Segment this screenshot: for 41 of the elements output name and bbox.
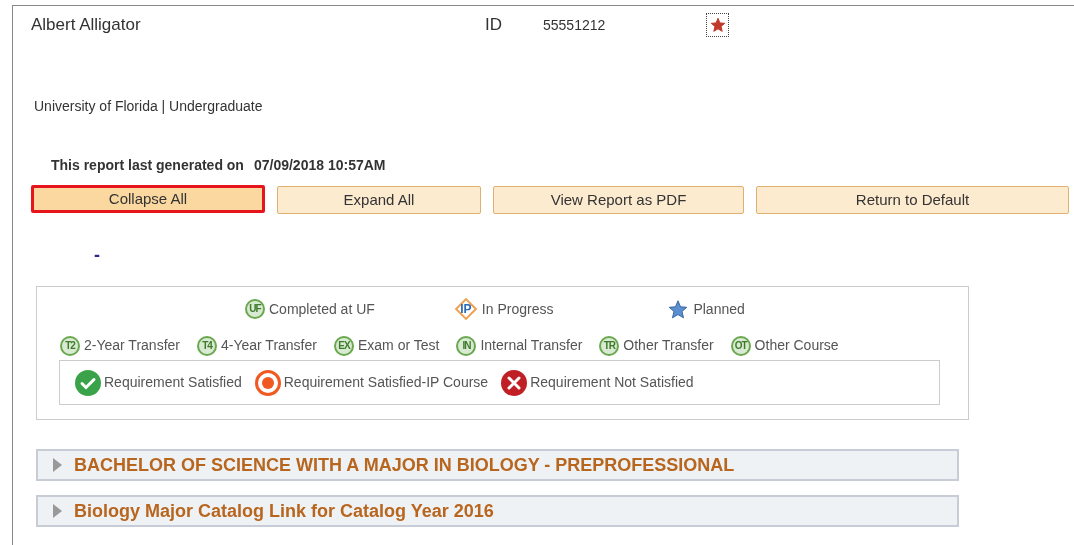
- legend-label: In Progress: [481, 299, 554, 319]
- error-circle-icon: [500, 368, 529, 397]
- course-type-icon: IN: [456, 335, 477, 356]
- section-title: BACHELOR OF SCIENCE WITH A MAJOR IN BIOLOGY - PREPROFESSIONAL: [74, 453, 735, 477]
- legend-label: Other Transfer: [623, 336, 714, 355]
- legend-label: Exam or Test: [357, 336, 440, 355]
- check-circle-icon: [74, 368, 102, 397]
- course-type-icon: EX: [333, 335, 354, 356]
- course-type-icon: T4: [197, 335, 217, 356]
- id-label: ID: [485, 14, 503, 37]
- course-type-icon: T2: [60, 335, 80, 356]
- target-circle-icon: [253, 368, 282, 397]
- legend-label: Requirement Satisfied-IP Course: [283, 373, 489, 392]
- action-button[interactable]: View Report as PDF: [493, 186, 744, 214]
- legend-label: Requirement Satisfied: [104, 373, 242, 392]
- action-button[interactable]: Return to Default: [756, 186, 1069, 214]
- action-button[interactable]: Collapse All: [31, 185, 265, 213]
- legend-label: 2-Year Transfer: [84, 336, 180, 355]
- course-type-icon: OT: [730, 335, 751, 356]
- section-header[interactable]: BACHELOR OF SCIENCE WITH A MAJOR IN BIOLOGY - PREPROFESSIONAL: [36, 449, 959, 481]
- id-value: 55551212: [543, 15, 607, 35]
- course-type-icon: UF: [245, 299, 265, 319]
- action-button[interactable]: Expand All: [277, 186, 481, 214]
- legend-label: Completed at UF: [269, 299, 375, 319]
- report-date: 07/09/2018 10:57AM: [253, 156, 386, 175]
- legend-label: Planned: [693, 299, 745, 319]
- expand-triangle-icon: [52, 458, 62, 472]
- section-header[interactable]: Biology Major Catalog Link for Catalog Year 2016: [36, 495, 959, 527]
- course-type-icon: TR: [599, 335, 620, 356]
- dash-text: -: [94, 244, 101, 266]
- star-icon: [667, 298, 690, 320]
- in-progress-icon: IP: [453, 297, 478, 321]
- section-title: Biology Major Catalog Link for Catalog Year 2016: [74, 499, 494, 523]
- legend-label: Internal Transfer: [480, 336, 583, 355]
- legend-label: Other Course: [754, 336, 839, 355]
- student-name: Albert Alligator: [31, 14, 142, 37]
- institution-text: University of Florida | Undergraduate: [34, 97, 264, 116]
- legend-label: 4-Year Transfer: [221, 336, 317, 355]
- report-label: This report last generated on: [51, 156, 244, 175]
- expand-triangle-icon: [52, 504, 62, 518]
- legend-label: Requirement Not Satisfied: [530, 373, 694, 392]
